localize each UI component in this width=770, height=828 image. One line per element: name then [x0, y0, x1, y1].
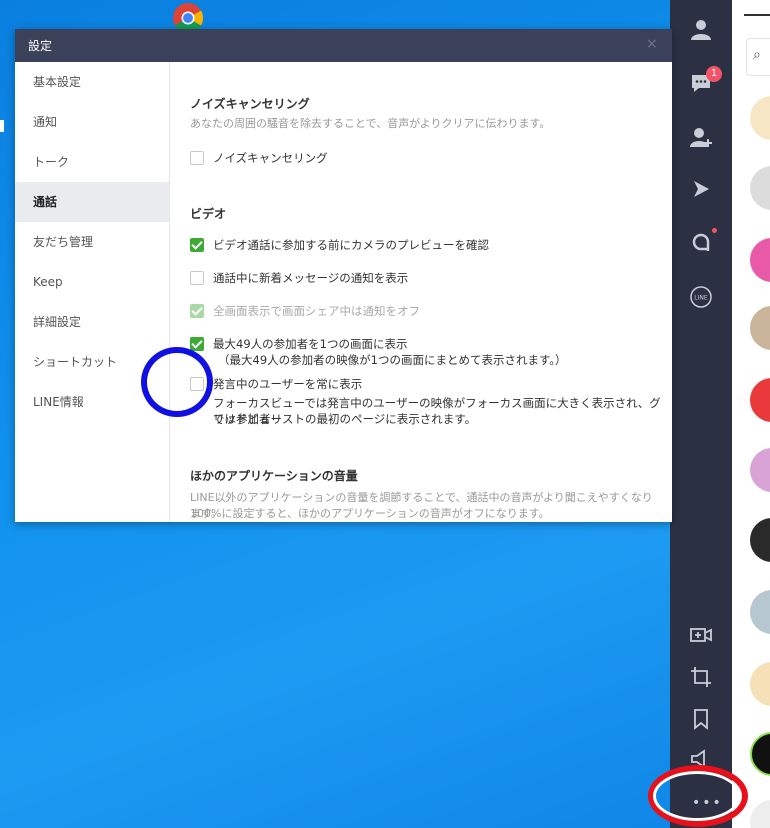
avatar[interactable]: [750, 590, 770, 634]
nav-item-basic[interactable]: 基本設定: [15, 62, 169, 102]
unread-badge: 1: [706, 66, 722, 82]
openchat-icon[interactable]: [686, 228, 716, 258]
annotation-blue-circle: [141, 347, 213, 417]
bookmark-icon[interactable]: [686, 704, 716, 734]
nav-item-advanced[interactable]: 詳細設定: [15, 302, 169, 342]
video-section-title: ビデオ: [190, 207, 227, 221]
message-notify-option[interactable]: 通話中に新着メッセージの通知を表示: [190, 270, 408, 286]
avatar[interactable]: [750, 238, 770, 282]
line-icon[interactable]: LINE: [686, 282, 716, 312]
avatar[interactable]: [750, 662, 770, 706]
message-notify-label: 通話中に新着メッセージの通知を表示: [213, 271, 409, 285]
noise-cancel-option[interactable]: ノイズキャンセリング: [190, 150, 328, 166]
voom-icon[interactable]: [686, 174, 716, 204]
avatar[interactable]: [750, 518, 770, 562]
settings-content: ノイズキャンセリング あなたの周囲の騒音を除去することで、音声がよりクリアに伝わ…: [170, 62, 672, 522]
noise-description: あなたの周囲の騒音を除去することで、音声がよりクリアに伝わります。: [190, 117, 551, 130]
fullscreen-share-checkbox: [190, 304, 204, 318]
max49-option[interactable]: 最大49人の参加者を1つの画面に表示: [190, 336, 407, 352]
close-icon[interactable]: ×: [646, 36, 662, 52]
other-apps-section-title: ほかのアプリケーションの音量: [190, 469, 358, 483]
max49-checkbox[interactable]: [190, 337, 204, 351]
camera-preview-checkbox[interactable]: [190, 238, 204, 252]
avatar[interactable]: [750, 166, 770, 210]
person-icon[interactable]: [686, 14, 716, 44]
line-sidebar: 1 LINE: [670, 0, 732, 828]
active-speaker-option[interactable]: 発言中のユーザーを常に表示: [190, 376, 362, 392]
camera-preview-option[interactable]: ビデオ通話に参加する前にカメラのプレビューを確認: [190, 237, 489, 253]
avatar[interactable]: [750, 96, 770, 140]
nav-item-notifications[interactable]: 通知: [15, 102, 169, 142]
notification-dot: [712, 228, 717, 233]
active-speaker-label: 発言中のユーザーを常に表示: [213, 377, 363, 391]
avatar[interactable]: [750, 448, 770, 492]
settings-nav: 基本設定 通知 トーク 通話 友だち管理 Keep 詳細設定 ショートカット L…: [15, 62, 170, 522]
avatar[interactable]: [750, 306, 770, 350]
svg-text:LINE: LINE: [694, 295, 708, 302]
max49-label: 最大49人の参加者を1つの画面に表示: [213, 337, 408, 351]
crop-icon[interactable]: [686, 662, 716, 692]
dialog-titlebar[interactable]: 設定 ×: [15, 29, 672, 62]
settings-dialog: 設定 × 基本設定 通知 トーク 通話 友だち管理 Keep 詳細設定 ショート…: [15, 29, 672, 522]
avatar[interactable]: [750, 800, 770, 828]
camera-preview-label: ビデオ通話に参加する前にカメラのプレビューを確認: [213, 238, 489, 252]
desktop-edge-mark: [0, 120, 4, 132]
add-friend-icon[interactable]: [686, 122, 716, 152]
nav-item-keep[interactable]: Keep: [15, 262, 169, 302]
nav-item-friends[interactable]: 友だち管理: [15, 222, 169, 262]
chat-list-panel: ⌕: [732, 0, 770, 828]
dialog-title: 設定: [28, 39, 53, 53]
nav-item-calls[interactable]: 通話: [15, 182, 169, 222]
search-box[interactable]: ⌕: [746, 38, 770, 76]
search-icon: ⌕: [753, 47, 761, 63]
max49-description: （最大49人の参加者の映像が1つの画面にまとめて表示されます。）: [218, 353, 567, 367]
video-add-icon[interactable]: [686, 620, 716, 650]
message-notify-checkbox[interactable]: [190, 271, 204, 285]
active-speaker-description-2: では参加者リストの最初のページに表示されます。: [213, 412, 477, 426]
tab-underline: [744, 14, 770, 16]
nav-item-chat[interactable]: トーク: [15, 142, 169, 182]
avatar[interactable]: [750, 732, 770, 776]
noise-cancel-label: ノイズキャンセリング: [213, 151, 328, 165]
avatar[interactable]: [750, 378, 770, 422]
fullscreen-share-option: 全画面表示で画面シェア中は通知をオフ: [190, 303, 420, 319]
fullscreen-share-label: 全画面表示で画面シェア中は通知をオフ: [213, 304, 420, 318]
noise-cancel-checkbox[interactable]: [190, 151, 204, 165]
noise-section-title: ノイズキャンセリング: [190, 97, 310, 111]
annotation-white-ring: [653, 771, 741, 821]
other-apps-description-2: 100%に設定すると、ほかのアプリケーションの音声がオフになります。: [190, 507, 550, 520]
